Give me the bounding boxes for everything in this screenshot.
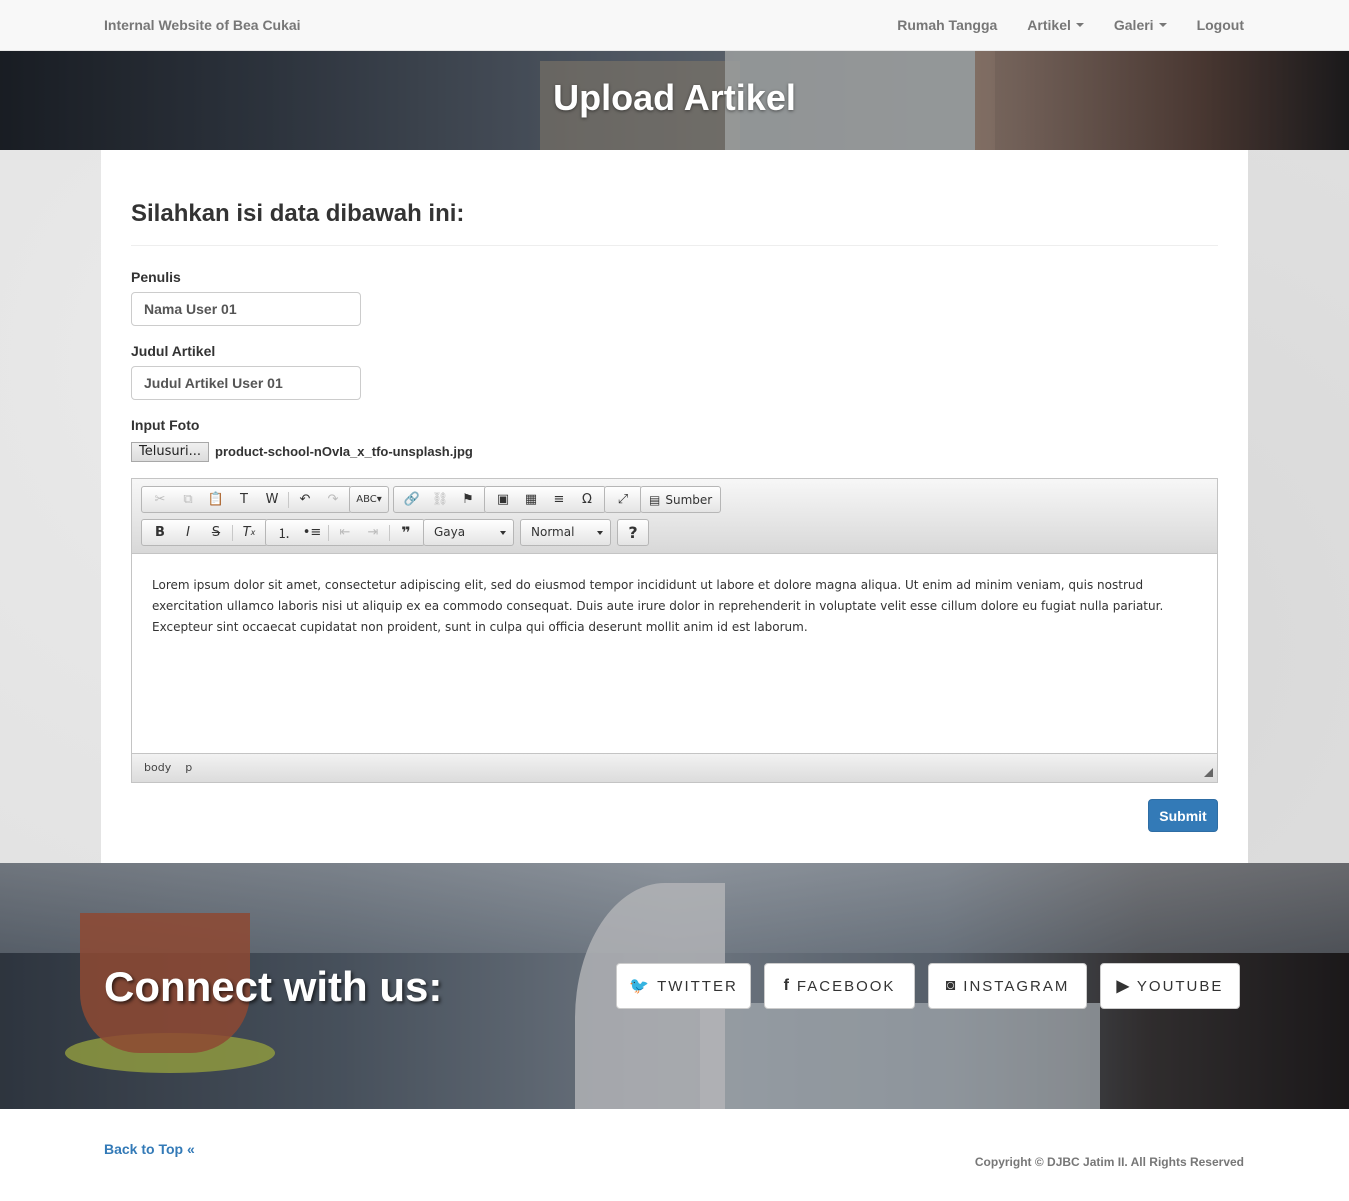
undo-icon[interactable]: ↶	[291, 488, 319, 511]
input-foto-label: Input Foto	[131, 417, 200, 433]
bulleted-list-icon[interactable]: •≡	[298, 521, 326, 544]
paste-icon[interactable]: 📋	[202, 488, 230, 511]
page-title: Upload Artikel	[553, 77, 796, 118]
double-chevron-up-icon: «	[186, 1141, 195, 1157]
rich-text-editor: ✂ ⧉ 📋 T W ↶ ↷ ABC▾ 🔗 ⛓ ⚑ ▣ ▦ ≡ Ω ⤢ ▤ Sum…	[131, 478, 1218, 783]
twitter-label: TWITTER	[657, 977, 738, 995]
horizontal-line-icon[interactable]: ≡	[545, 488, 573, 511]
numbered-list-icon[interactable]: ⒈	[270, 521, 298, 544]
divider	[131, 245, 1218, 246]
image-icon[interactable]: ▣	[489, 488, 517, 511]
navbar: Internal Website of Bea Cukai Rumah Tang…	[0, 0, 1349, 51]
italic-icon[interactable]: I	[174, 521, 202, 544]
clipboard-group: ✂ ⧉ 📋 T W ↶ ↷	[141, 486, 352, 513]
caret-down-icon	[1158, 23, 1167, 27]
navbar-brand[interactable]: Internal Website of Bea Cukai	[104, 17, 301, 33]
twitter-button[interactable]: 🐦 TWITTER	[616, 963, 751, 1009]
editor-toolbar: ✂ ⧉ 📋 T W ↶ ↷ ABC▾ 🔗 ⛓ ⚑ ▣ ▦ ≡ Ω ⤢ ▤ Sum…	[132, 479, 1217, 554]
instagram-icon: ◙	[945, 977, 956, 994]
nav-item-artikel[interactable]: Artikel	[1027, 17, 1084, 33]
redo-icon[interactable]: ↷	[319, 488, 347, 511]
twitter-icon: 🐦	[629, 978, 650, 995]
nav-item-logout[interactable]: Logout	[1197, 17, 1244, 33]
youtube-icon: ▶	[1116, 978, 1129, 995]
format-combo-value: Normal	[531, 525, 575, 539]
bold-icon[interactable]: B	[146, 521, 174, 544]
format-group: B I S Tx	[141, 519, 268, 546]
insert-group: ▣ ▦ ≡ Ω	[484, 486, 606, 513]
nav-label: Rumah Tangga	[897, 17, 998, 33]
penulis-input[interactable]	[131, 292, 361, 326]
back-to-top-label: Back to Top	[104, 1141, 184, 1157]
outdent-icon[interactable]: ⇤	[331, 521, 359, 544]
link-icon[interactable]: 🔗	[398, 488, 426, 511]
separator	[389, 524, 390, 541]
element-path-p[interactable]: p	[185, 761, 192, 775]
paste-text-icon[interactable]: T	[230, 488, 258, 511]
copy-icon[interactable]: ⧉	[174, 488, 202, 511]
editor-content[interactable]: Lorem ipsum dolor sit amet, consectetur …	[132, 554, 1217, 755]
nav-label: Logout	[1196, 17, 1244, 33]
instagram-label: INSTAGRAM	[963, 977, 1070, 995]
help-group: ?	[617, 519, 649, 546]
chevron-down-icon	[500, 531, 506, 535]
caret-down-icon	[1075, 23, 1084, 27]
judul-artikel-input[interactable]	[131, 366, 361, 400]
navbar-menu: Rumah Tangga Artikel Galeri Logout	[897, 17, 1244, 33]
indent-icon[interactable]: ⇥	[359, 521, 387, 544]
facebook-icon: f	[783, 977, 789, 994]
spellcheck-group: ABC▾	[349, 486, 389, 513]
paste-word-icon[interactable]: W	[258, 488, 286, 511]
source-button[interactable]: ▤ Sumber	[640, 486, 722, 513]
connect-section: Connect with us: 🐦 TWITTER f FACEBOOK ◙ …	[0, 863, 1349, 1109]
facebook-label: FACEBOOK	[796, 977, 896, 995]
unlink-icon[interactable]: ⛓	[426, 488, 454, 511]
source-icon: ▤	[649, 492, 661, 507]
browse-file-button[interactable]: Telusuri...	[131, 442, 209, 462]
separator	[232, 524, 233, 541]
judul-artikel-label: Judul Artikel	[131, 343, 216, 359]
copyright-text: Copyright © DJBC Jatim II. All Rights Re…	[974, 1155, 1244, 1169]
youtube-label: YOUTUBE	[1136, 977, 1224, 995]
anchor-flag-icon[interactable]: ⚑	[454, 488, 482, 511]
instagram-button[interactable]: ◙ INSTAGRAM	[928, 963, 1087, 1009]
nav-item-rumah-tangga[interactable]: Rumah Tangga	[897, 17, 997, 33]
remove-format-icon[interactable]: Tx	[235, 521, 263, 544]
format-combo[interactable]: Normal	[520, 519, 611, 546]
submit-button[interactable]: Submit	[1148, 799, 1218, 832]
nav-label: Galeri	[1113, 17, 1154, 33]
maximize-icon[interactable]: ⤢	[609, 488, 637, 511]
nav-label: Artikel	[1027, 17, 1071, 33]
element-path-body[interactable]: body	[144, 761, 171, 775]
special-char-icon[interactable]: Ω	[573, 488, 601, 511]
blockquote-icon[interactable]: ❞	[392, 521, 420, 544]
separator	[328, 524, 329, 541]
maximize-group: ⤢	[604, 486, 642, 513]
link-group: 🔗 ⛓ ⚑	[393, 486, 487, 513]
help-icon[interactable]: ?	[619, 521, 647, 544]
upload-form-panel: Silahkan isi data dibawah ini: Penulis J…	[101, 150, 1248, 863]
form-heading: Silahkan isi data dibawah ini:	[131, 200, 465, 227]
page-header: Upload Artikel	[0, 51, 1349, 150]
spellcheck-icon[interactable]: ABC▾	[354, 488, 384, 511]
cut-icon[interactable]: ✂	[146, 488, 174, 511]
connect-title: Connect with us:	[104, 963, 443, 1010]
selected-file-name: product-school-nOvIa_x_tfo-unsplash.jpg	[215, 444, 473, 459]
style-combo-value: Gaya	[434, 525, 466, 539]
source-label: Sumber	[665, 492, 713, 507]
table-icon[interactable]: ▦	[517, 488, 545, 511]
back-to-top-link[interactable]: Back to Top «	[104, 1141, 195, 1157]
chevron-down-icon	[597, 531, 603, 535]
facebook-button[interactable]: f FACEBOOK	[764, 963, 915, 1009]
style-combo[interactable]: Gaya	[423, 519, 514, 546]
editor-status-bar: body p	[132, 753, 1217, 782]
penulis-label: Penulis	[131, 269, 181, 285]
nav-item-galeri[interactable]: Galeri	[1114, 17, 1167, 33]
youtube-button[interactable]: ▶ YOUTUBE	[1100, 963, 1240, 1009]
resize-handle-icon[interactable]	[1204, 768, 1213, 777]
strikethrough-icon[interactable]: S	[202, 521, 230, 544]
separator	[288, 491, 289, 508]
list-group: ⒈ •≡ ⇤ ⇥ ❞	[265, 519, 425, 546]
